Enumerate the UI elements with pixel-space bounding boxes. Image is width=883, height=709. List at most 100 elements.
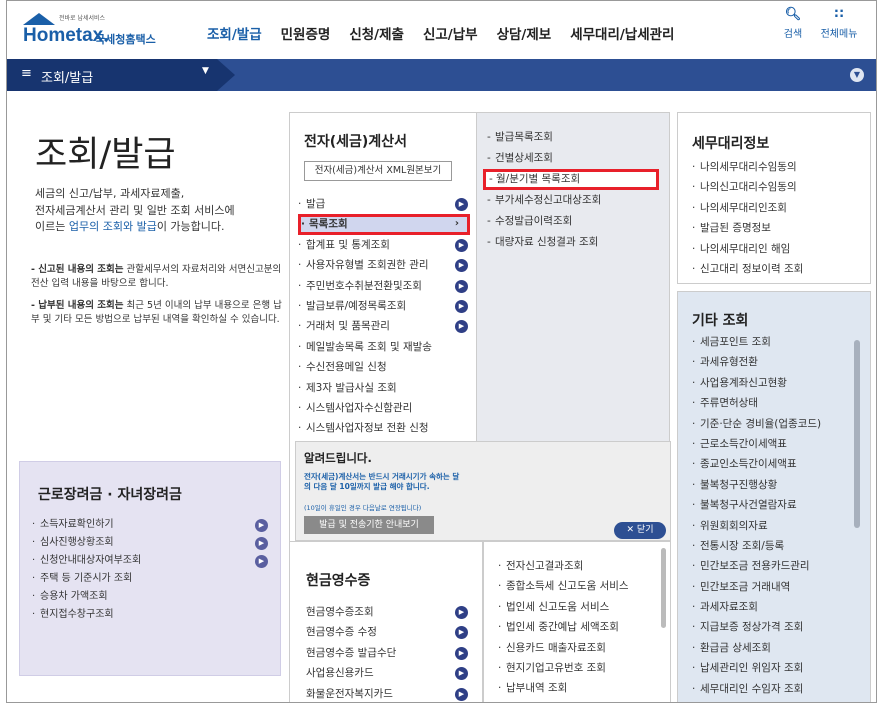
- menu-item[interactable]: 사용자유형별 조회권한 관리 ▶: [298, 255, 470, 276]
- receipt-item[interactable]: 화물운전자복지카드 ▶: [306, 684, 476, 702]
- other-item[interactable]: 환급금 상세조회: [692, 638, 821, 659]
- other-item[interactable]: 과세유형전환: [692, 352, 821, 373]
- other-item[interactable]: 근로소득간이세액표: [692, 434, 821, 455]
- tax-agent-item[interactable]: 나의세무대리인 해임: [692, 239, 803, 260]
- nav-apply-submit[interactable]: 신청/제출: [349, 23, 404, 43]
- item-label: 사용자유형별 조회권한 관리: [306, 259, 429, 272]
- search-button[interactable]: 🔍︎ 검색: [777, 7, 809, 40]
- menu-item[interactable]: 시스템사업자수신함관리: [298, 398, 470, 418]
- main-nav: 조회/발급 민원증명 신청/제출 신고/납부 상담/제보 세무대리/납세관리: [207, 23, 693, 43]
- submenu-item-monthly-quarterly[interactable]: 월/분기별 목록조회: [483, 169, 659, 190]
- tax-agent-item[interactable]: 발급된 증명정보: [692, 218, 803, 239]
- menu-item[interactable]: 합계표 및 통계조회 ▶: [298, 235, 470, 255]
- menu-item[interactable]: 거래처 및 품목관리 ▶: [298, 316, 470, 337]
- report-item[interactable]: 법인세 신고도움 서비스: [498, 597, 629, 618]
- other-item[interactable]: 기준·단순 경비율(업종코드): [692, 414, 821, 435]
- other-item[interactable]: 사업용계좌신고현황: [692, 373, 821, 394]
- receipt-item[interactable]: 사업용신용카드 ▶: [306, 663, 476, 683]
- report-item[interactable]: 종합소득세 신고도움 서비스: [498, 576, 629, 597]
- tax-agent-item[interactable]: 신고대리 정보이력 조회: [692, 259, 803, 280]
- nav-tax-agent[interactable]: 세무대리/납세관리: [570, 23, 674, 43]
- report-item[interactable]: 법인세 중간예납 세액조회: [498, 617, 629, 638]
- incentive-item[interactable]: 신청안내대상자여부조회 ▶: [32, 552, 272, 570]
- receipt-item[interactable]: 현금영수증 수정 ▶: [306, 622, 476, 642]
- other-item[interactable]: 지급보증 정상가격 조회: [692, 617, 821, 638]
- incentive-item[interactable]: 소득자료확인하기 ▶: [32, 516, 272, 534]
- incentive-item[interactable]: 주택 등 기준시가 조회: [32, 570, 272, 588]
- menu-item[interactable]: 제3자 발급사실 조회: [298, 378, 470, 398]
- menu-item[interactable]: 주민번호수취분전환및조회 ▶: [298, 276, 470, 296]
- nav-consult[interactable]: 상담/제보: [497, 23, 552, 43]
- logo-tagline: 전바로 납세서비스: [59, 15, 106, 22]
- submenu-item[interactable]: 대량자료 신청결과 조회: [487, 232, 659, 253]
- arrow-right-icon: ▶: [455, 198, 468, 211]
- report-item[interactable]: 현지기업고유번호 조회: [498, 658, 629, 679]
- menu-item[interactable]: 메일발송목록 조회 및 재발송: [298, 337, 470, 357]
- einvoice-menu: 발급 ▶ 목록조회 › 합계표 및 통계조회 ▶ 사용자유형별 조회권한 관리 ▶ 주민…: [298, 194, 470, 439]
- incentive-title: 근로장려금 · 자녀장려금: [38, 487, 182, 503]
- item-label: 소득자료확인하기: [40, 519, 114, 530]
- other-item[interactable]: 불복청구사건열람자료: [692, 495, 821, 516]
- receipt-item[interactable]: 현금영수증조회 ▶: [306, 602, 476, 622]
- tax-agent-item[interactable]: 나의세무대리인조회: [692, 198, 803, 219]
- note-paid: - 납부된 내용의 조회는 최근 5년 이내의 납부 내용으로 은행 납부 및 …: [31, 299, 287, 327]
- cash-receipt-title: 현금영수증: [306, 573, 371, 589]
- scrollbar[interactable]: [661, 548, 666, 628]
- other-item[interactable]: 불복청구진행상황: [692, 475, 821, 496]
- incentive-item[interactable]: 심사진행상황조회 ▶: [32, 534, 272, 552]
- nav-report-pay[interactable]: 신고/납부: [423, 23, 478, 43]
- menu-item-issue[interactable]: 발급 ▶: [298, 194, 470, 214]
- incentive-item[interactable]: 현지접수창구조회: [32, 606, 272, 624]
- hamburger-icon[interactable]: ≡: [21, 66, 32, 81]
- report-item[interactable]: 전자신고결과조회: [498, 556, 629, 577]
- desc-line-1: 세금의 신고/납부, 과세자료제출,: [35, 187, 185, 200]
- scrollbar[interactable]: [854, 340, 860, 528]
- other-item[interactable]: 위원회회의자료: [692, 516, 821, 537]
- submenu-item[interactable]: 건별상세조회: [487, 148, 659, 169]
- tax-agent-item[interactable]: 나의세무대리수임동의: [692, 157, 803, 178]
- arrow-right-icon: ▶: [455, 320, 468, 334]
- desc-link: 업무의 조회와 발급: [68, 220, 157, 233]
- other-item[interactable]: 과세자료조회: [692, 597, 821, 618]
- other-item[interactable]: 전통시장 조회/등록: [692, 536, 821, 557]
- submenu-item[interactable]: 발급목록조회: [487, 127, 659, 148]
- hometax-logo[interactable]: 전바로 납세서비스 Hometax. 국세청홈택스: [19, 11, 189, 51]
- menu-item[interactable]: 수신전용메일 신청: [298, 357, 470, 377]
- submenu-item[interactable]: 부가세수정신고대상조회: [487, 190, 659, 211]
- close-button[interactable]: ✕ 닫기: [614, 522, 666, 539]
- report-item[interactable]: 납부내역 조회: [498, 678, 629, 699]
- other-inquiry-title: 기타 조회: [692, 313, 749, 329]
- submenu-item[interactable]: 수정발급이력조회: [487, 211, 659, 232]
- report-item[interactable]: 신용카드 매출자료조회: [498, 638, 629, 659]
- arrow-right-icon: ▶: [455, 299, 468, 313]
- tax-agent-panel: 세무대리정보 나의세무대리수임동의 나의신고대리수임동의 나의세무대리인조회 발…: [677, 112, 871, 284]
- grid-icon: ∷: [834, 7, 844, 22]
- tax-agent-list: 나의세무대리수임동의 나의신고대리수임동의 나의세무대리인조회 발급된 증명정보…: [692, 157, 803, 280]
- menu-item-list-inquiry[interactable]: 목록조회 ›: [298, 214, 470, 235]
- chevron-down-icon[interactable]: ▼: [850, 68, 864, 82]
- other-item[interactable]: 종교인소득간이세액표: [692, 454, 821, 475]
- search-icon: 🔍︎: [784, 7, 802, 22]
- nav-certificate[interactable]: 민원증명: [281, 23, 331, 43]
- incentive-item[interactable]: 승용차 가액조회: [32, 588, 272, 606]
- other-item[interactable]: 민간보조금 거래내역: [692, 577, 821, 598]
- other-item[interactable]: 주류면허상태: [692, 393, 821, 414]
- other-item[interactable]: 세무대리인 수임자 조회: [692, 679, 821, 700]
- caret-down-icon: ▼: [202, 66, 209, 76]
- other-item[interactable]: 세금포인트 조회: [692, 332, 821, 353]
- incentive-box: 근로장려금 · 자녀장려금 소득자료확인하기 ▶ 심사진행상황조회 ▶ 신청안내대상…: [19, 461, 281, 676]
- category-title: 조회/발급: [41, 71, 94, 86]
- arrow-right-icon: ▶: [455, 606, 468, 619]
- receipt-item[interactable]: 현금영수증 발급수단 ▶: [306, 643, 476, 663]
- xml-view-button[interactable]: 전자(세금)계산서 XML원본보기: [304, 161, 452, 181]
- einvoice-title: 전자(세금)계산서: [304, 134, 407, 150]
- menu-item[interactable]: 시스템사업자정보 전환 신청: [298, 418, 470, 438]
- other-item[interactable]: 민간보조금 전용카드관리: [692, 556, 821, 577]
- other-item[interactable]: 납세관리인 위임자 조회: [692, 658, 821, 679]
- all-menu-button[interactable]: ∷ 전체메뉴: [817, 7, 861, 40]
- deadline-guide-button[interactable]: 발급 및 전송기한 안내보기: [304, 516, 434, 534]
- tax-agent-item[interactable]: 나의신고대리수임동의: [692, 177, 803, 198]
- menu-item[interactable]: 발급보류/예정목록조회 ▶: [298, 296, 470, 316]
- tax-agent-title: 세무대리정보: [692, 136, 770, 152]
- nav-inquiry-issue[interactable]: 조회/발급: [207, 23, 262, 43]
